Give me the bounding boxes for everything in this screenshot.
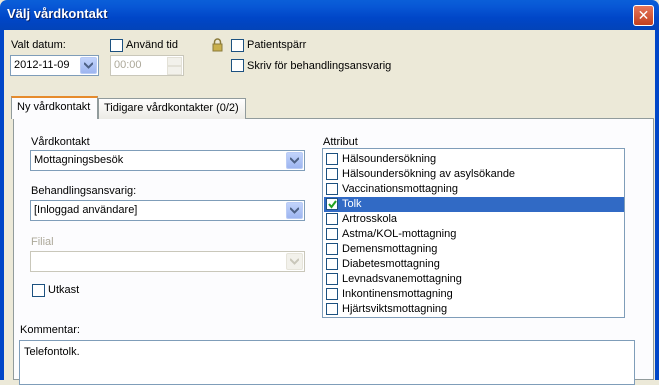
list-item[interactable]: Artrosskola bbox=[324, 212, 624, 227]
comment-textarea[interactable]: Telefontolk. bbox=[19, 340, 635, 385]
comment-label: Kommentar: bbox=[20, 324, 80, 336]
time-value: 00:00 bbox=[114, 59, 142, 71]
item-checkbox[interactable] bbox=[326, 273, 338, 285]
date-value: 2012-11-09 bbox=[14, 59, 70, 71]
attributes-label: Attribut bbox=[323, 136, 358, 148]
item-label: Demensmottagning bbox=[342, 243, 438, 255]
responsible-dropdown-button[interactable] bbox=[286, 202, 303, 219]
list-item[interactable]: Diabetesmottagning bbox=[324, 257, 624, 272]
chevron-down-icon bbox=[290, 258, 299, 265]
tab-new-contact[interactable]: Ny vårdkontakt bbox=[11, 96, 98, 119]
branch-dropdown-button[interactable] bbox=[286, 253, 303, 270]
date-picker[interactable]: 2012-11-09 bbox=[10, 55, 99, 76]
responsible-select[interactable]: [Inloggad användare] bbox=[30, 200, 305, 221]
item-label: Inkontinensmottagning bbox=[342, 288, 453, 300]
list-item[interactable]: Astma/KOL-mottagning bbox=[324, 227, 624, 242]
window-title: Välj vårdkontakt bbox=[7, 6, 108, 21]
draft-checkbox[interactable] bbox=[32, 284, 45, 297]
write-for-responsible-label: Skriv för behandlingsansvarig bbox=[247, 60, 392, 72]
item-label: Hälsoundersökning bbox=[342, 153, 437, 165]
item-checkbox[interactable] bbox=[326, 303, 338, 315]
contact-select[interactable]: Mottagningsbesök bbox=[30, 150, 305, 171]
use-time-checkbox[interactable] bbox=[110, 39, 123, 52]
chevron-down-icon bbox=[290, 157, 299, 164]
tab-label: Ny vårdkontakt bbox=[17, 101, 91, 113]
tab-label: Tidigare vårdkontakter (0/2) bbox=[104, 102, 239, 114]
close-icon: ✕ bbox=[637, 7, 650, 23]
title-bar: Välj vårdkontakt ✕ bbox=[0, 0, 659, 30]
patient-lock-label: Patientspärr bbox=[247, 39, 307, 51]
draft-label: Utkast bbox=[48, 284, 80, 296]
date-dropdown-button[interactable] bbox=[80, 57, 97, 74]
comment-value: Telefontolk. bbox=[24, 346, 80, 358]
list-item[interactable]: Inkontinensmottagning bbox=[324, 287, 624, 302]
branch-label: Filial bbox=[31, 236, 54, 248]
item-label: Diabetesmottagning bbox=[342, 258, 440, 270]
time-up-button[interactable] bbox=[167, 57, 182, 66]
item-label: Hälsoundersökning av asylsökande bbox=[342, 168, 516, 180]
chevron-down-icon bbox=[84, 62, 93, 69]
item-label: Vaccinationsmottagning bbox=[342, 183, 458, 195]
item-checkbox[interactable] bbox=[326, 168, 338, 180]
item-label: Astma/KOL-mottagning bbox=[342, 228, 457, 240]
contact-dropdown-button[interactable] bbox=[286, 152, 303, 169]
branch-select[interactable] bbox=[30, 251, 305, 272]
patient-lock-checkbox[interactable] bbox=[231, 39, 244, 52]
item-checkbox[interactable] bbox=[326, 228, 338, 240]
checkmark-icon bbox=[328, 200, 337, 209]
list-item[interactable]: Hjärtsviktsmottagning bbox=[324, 302, 624, 317]
write-for-responsible-checkbox[interactable] bbox=[231, 59, 244, 72]
list-item[interactable]: Levnadsvanemottagning bbox=[324, 272, 624, 287]
responsible-label: Behandlingsansvarig: bbox=[31, 185, 137, 197]
item-label: Tolk bbox=[342, 198, 362, 210]
list-item[interactable]: Tolk bbox=[324, 197, 624, 212]
item-label: Artrosskola bbox=[342, 213, 398, 225]
window-frame-left bbox=[0, 30, 4, 380]
contact-label: Vårdkontakt bbox=[31, 136, 90, 148]
contact-value: Mottagningsbesök bbox=[34, 154, 124, 166]
item-checkbox[interactable] bbox=[326, 198, 338, 210]
tab-previous-contacts[interactable]: Tidigare vårdkontakter (0/2) bbox=[98, 98, 246, 119]
list-item[interactable]: Hälsoundersökning bbox=[324, 152, 624, 167]
item-label: Levnadsvanemottagning bbox=[342, 273, 462, 285]
item-checkbox[interactable] bbox=[326, 258, 338, 270]
item-checkbox[interactable] bbox=[326, 243, 338, 255]
item-checkbox[interactable] bbox=[326, 213, 338, 225]
item-label: Hjärtsviktsmottagning bbox=[342, 303, 448, 315]
lock-icon bbox=[212, 38, 223, 52]
window-frame-right bbox=[655, 30, 659, 380]
item-checkbox[interactable] bbox=[326, 153, 338, 165]
date-label: Valt datum: bbox=[11, 39, 66, 51]
item-checkbox[interactable] bbox=[326, 183, 338, 195]
responsible-value: [Inloggad användare] bbox=[34, 204, 138, 216]
list-item[interactable]: Demensmottagning bbox=[324, 242, 624, 257]
attributes-list[interactable]: Hälsoundersökning Hälsoundersökning av a… bbox=[322, 148, 625, 318]
close-button[interactable]: ✕ bbox=[633, 5, 654, 26]
list-item[interactable]: Vaccinationsmottagning bbox=[324, 182, 624, 197]
time-spinner[interactable]: 00:00 bbox=[110, 55, 184, 76]
use-time-label: Använd tid bbox=[126, 39, 178, 51]
list-item[interactable]: Hälsoundersökning av asylsökande bbox=[324, 167, 624, 182]
item-checkbox[interactable] bbox=[326, 288, 338, 300]
time-down-button[interactable] bbox=[167, 66, 182, 75]
chevron-down-icon bbox=[290, 207, 299, 214]
